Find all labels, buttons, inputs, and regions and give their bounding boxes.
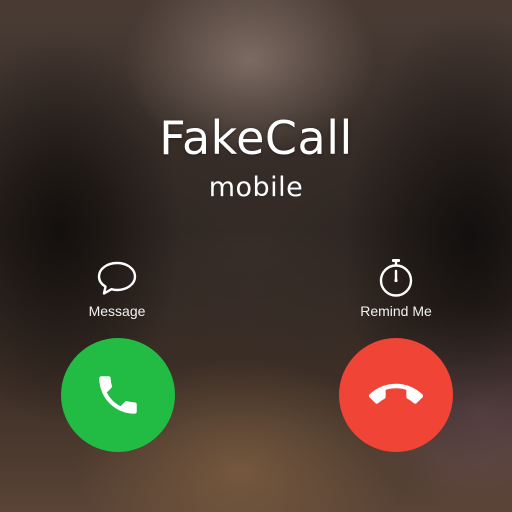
caller-label: mobile bbox=[208, 172, 304, 203]
message-bubble-icon bbox=[97, 261, 137, 295]
caller-name: FakeCall bbox=[159, 111, 353, 165]
message-action[interactable]: Message bbox=[52, 258, 182, 320]
remind-me-action[interactable]: Remind Me bbox=[331, 258, 461, 320]
message-label: Message bbox=[88, 303, 146, 319]
phone-icon bbox=[99, 376, 137, 414]
stopwatch-icon bbox=[379, 259, 413, 297]
remind-me-label: Remind Me bbox=[360, 303, 432, 319]
hang-up-icon bbox=[369, 383, 423, 404]
accept-call-button[interactable] bbox=[61, 338, 175, 452]
decline-call-button[interactable] bbox=[339, 338, 453, 452]
